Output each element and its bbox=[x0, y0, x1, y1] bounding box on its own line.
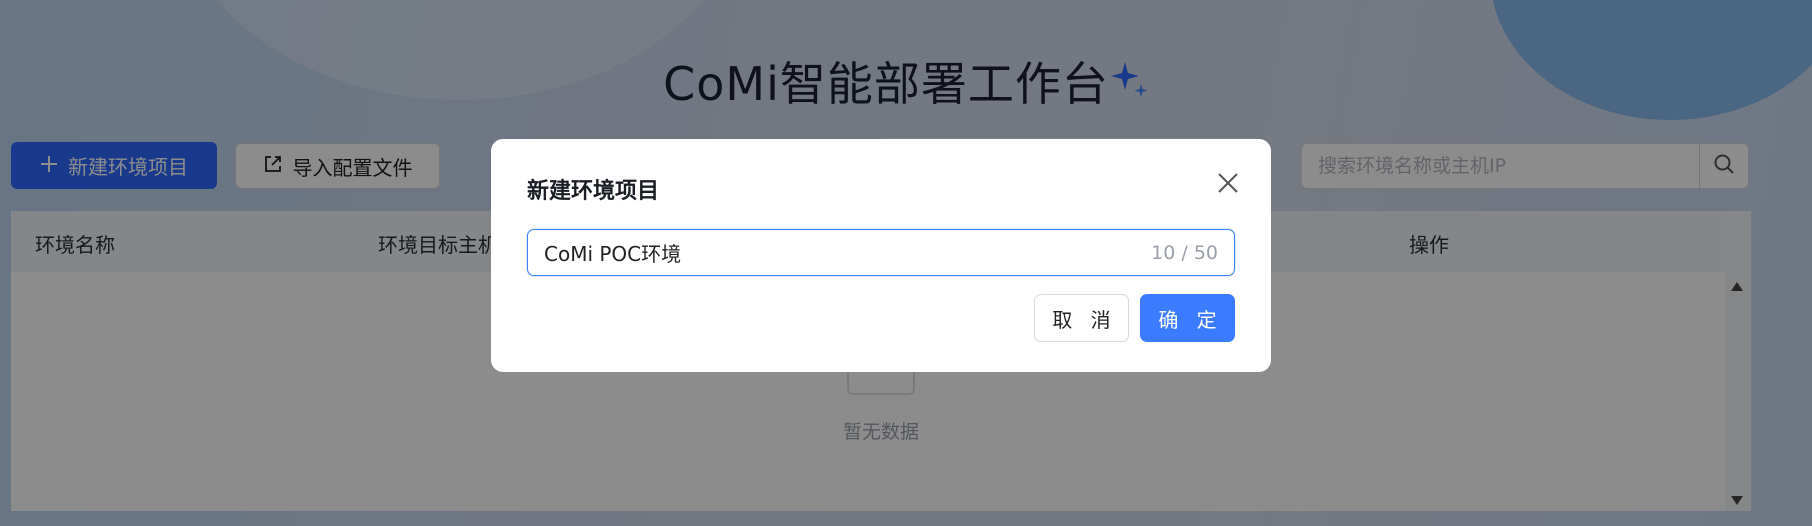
char-counter: 10 / 50 bbox=[1151, 241, 1218, 264]
close-icon bbox=[1217, 172, 1239, 198]
close-button[interactable] bbox=[1215, 172, 1241, 198]
cancel-button[interactable]: 取 消 bbox=[1034, 294, 1129, 342]
workbench-page: CoMi智能部署工作台 新建环境项目 导入配置文件 搜索环境名称或主机IP 环境… bbox=[0, 0, 1812, 526]
environment-name-input[interactable]: CoMi POC环境 10 / 50 bbox=[527, 229, 1235, 276]
environment-name-value: CoMi POC环境 bbox=[544, 242, 682, 266]
confirm-button[interactable]: 确 定 bbox=[1140, 294, 1235, 342]
new-environment-dialog: 新建环境项目 CoMi POC环境 10 / 50 取 消 确 定 bbox=[491, 139, 1271, 372]
dialog-title: 新建环境项目 bbox=[527, 179, 660, 204]
